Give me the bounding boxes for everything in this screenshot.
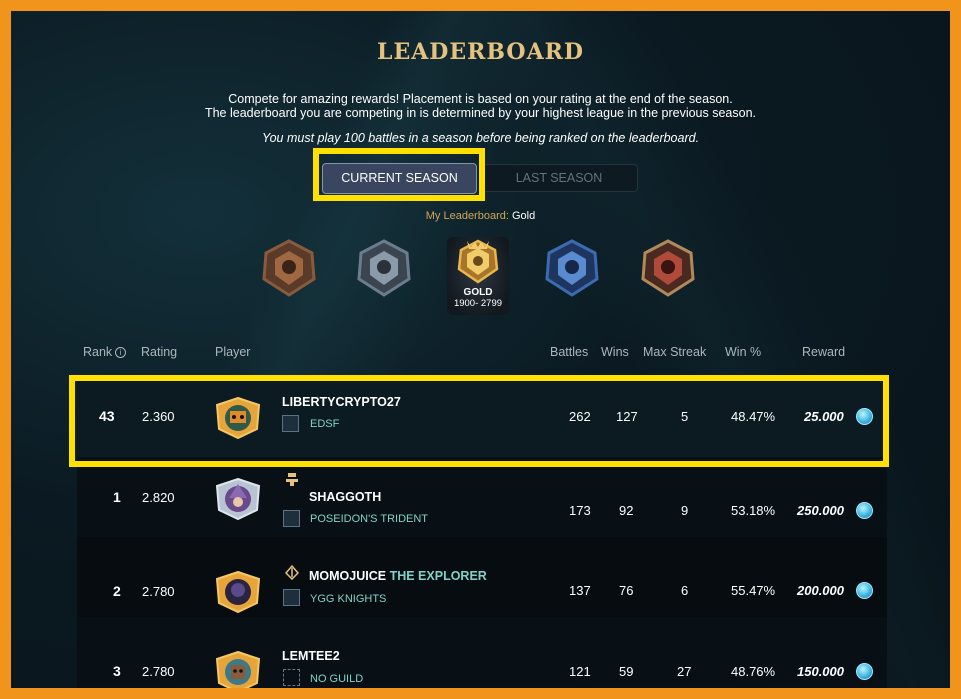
no-guild-icon xyxy=(283,669,300,686)
gold-league-range: 1900- 2799 xyxy=(453,298,503,309)
silver-badge-icon xyxy=(357,239,411,297)
guild-name[interactable]: YGG KNIGHTS xyxy=(310,593,386,605)
column-header-rating: Rating xyxy=(141,345,178,359)
leaderboard-panel: LEADERBOARD Compete for amazing rewards!… xyxy=(11,11,950,688)
guild-name: NO GUILD xyxy=(310,673,364,685)
column-header-rank: Rank i xyxy=(83,345,127,359)
league-silver-badge[interactable] xyxy=(351,237,417,299)
description: Compete for amazing rewards! Placement i… xyxy=(11,92,950,120)
wins-cell: 92 xyxy=(619,503,634,518)
bronze-badge-icon xyxy=(262,239,316,297)
credit-coin-icon xyxy=(856,582,873,599)
player-name[interactable]: MOMOJUICE THE EXPLORER xyxy=(309,569,487,583)
credit-coin-icon xyxy=(856,663,873,680)
league-bronze-badge[interactable] xyxy=(256,237,322,299)
rating-cell: 2.820 xyxy=(142,490,175,505)
avatar-icon xyxy=(215,477,261,521)
player-avatar[interactable] xyxy=(215,570,261,614)
win-pct-cell: 48.76% xyxy=(731,664,776,679)
column-header-reward: Reward xyxy=(802,345,846,359)
column-header-win-pct: Win % xyxy=(725,345,762,359)
guild-icon xyxy=(283,589,300,606)
avatar-icon xyxy=(215,570,261,614)
table-row[interactable]: 2 2.780 MOMOJUICE THE EXPLORER YGG KNIGH… xyxy=(77,537,887,617)
rating-cell: 2.780 xyxy=(142,584,175,599)
table-row[interactable]: 1 2.820 SHAGGOTH POSEIDON'S TRIDENT 173 … xyxy=(77,457,887,537)
title-badge-icon xyxy=(285,565,299,580)
player-name[interactable]: LEMTEE2 xyxy=(282,649,340,663)
win-pct-cell: 53.18% xyxy=(731,503,776,518)
guild-name[interactable]: POSEIDON'S TRIDENT xyxy=(310,513,428,525)
guild-icon xyxy=(283,510,300,527)
wins-cell: 76 xyxy=(619,583,634,598)
champion-badge-icon xyxy=(641,239,695,297)
title-badge-icon xyxy=(286,473,298,486)
credit-coin-icon xyxy=(856,502,873,519)
max-streak-cell: 27 xyxy=(677,664,692,679)
reward-cell: 200.000 xyxy=(797,583,844,598)
gold-league-name: GOLD xyxy=(463,287,493,298)
reward-cell: 150.000 xyxy=(797,664,844,679)
player-avatar[interactable] xyxy=(215,477,261,521)
league-diamond-badge[interactable] xyxy=(539,237,605,299)
column-header-max-streak: Max Streak xyxy=(643,345,707,359)
gold-badge-icon xyxy=(457,239,499,284)
player-name-text: MOMOJUICE xyxy=(309,569,387,583)
player-avatar[interactable] xyxy=(215,650,261,688)
column-header-rank-label: Rank xyxy=(83,345,113,359)
column-header-battles: Battles xyxy=(550,345,589,359)
reward-cell: 250.000 xyxy=(797,503,844,518)
rank-cell: 1 xyxy=(113,489,121,505)
description-line-1: Compete for amazing rewards! Placement i… xyxy=(228,92,733,106)
description-line-2: The leaderboard you are competing in is … xyxy=(204,106,757,120)
rating-cell: 2.780 xyxy=(142,664,175,679)
battles-cell: 137 xyxy=(569,583,591,598)
my-leaderboard-value: Gold xyxy=(511,210,536,222)
wins-cell: 59 xyxy=(619,664,634,679)
rank-cell: 2 xyxy=(113,583,121,599)
max-streak-cell: 6 xyxy=(681,583,689,598)
highlight-box-row xyxy=(69,375,889,467)
page-title: LEADERBOARD xyxy=(376,39,585,65)
player-title: THE EXPLORER xyxy=(389,569,487,583)
battles-cell: 121 xyxy=(569,664,591,679)
rank-cell: 3 xyxy=(113,663,121,679)
battles-cell: 173 xyxy=(569,503,591,518)
player-name[interactable]: SHAGGOTH xyxy=(309,490,381,504)
league-champion-badge[interactable] xyxy=(635,237,701,299)
info-icon[interactable]: i xyxy=(115,347,127,359)
league-gold-badge[interactable]: GOLD 1900- 2799 xyxy=(447,237,509,315)
column-header-wins: Wins xyxy=(601,345,629,359)
max-streak-cell: 9 xyxy=(681,503,689,518)
highlight-box-tab xyxy=(313,148,485,201)
column-header-player: Player xyxy=(215,345,251,359)
win-pct-cell: 55.47% xyxy=(731,583,776,598)
my-leaderboard-label: My Leaderboard: xyxy=(425,210,509,222)
battles-requirement-note: You must play 100 battles in a season be… xyxy=(261,131,700,145)
diamond-badge-icon xyxy=(545,239,599,297)
tab-last-season[interactable]: LAST SEASON xyxy=(480,164,638,192)
my-leaderboard: My Leaderboard: Gold xyxy=(11,210,950,222)
avatar-icon xyxy=(215,650,261,688)
table-row[interactable]: 3 2.780 LEMTEE2 NO GUILD 121 59 27 48.76… xyxy=(77,617,887,688)
